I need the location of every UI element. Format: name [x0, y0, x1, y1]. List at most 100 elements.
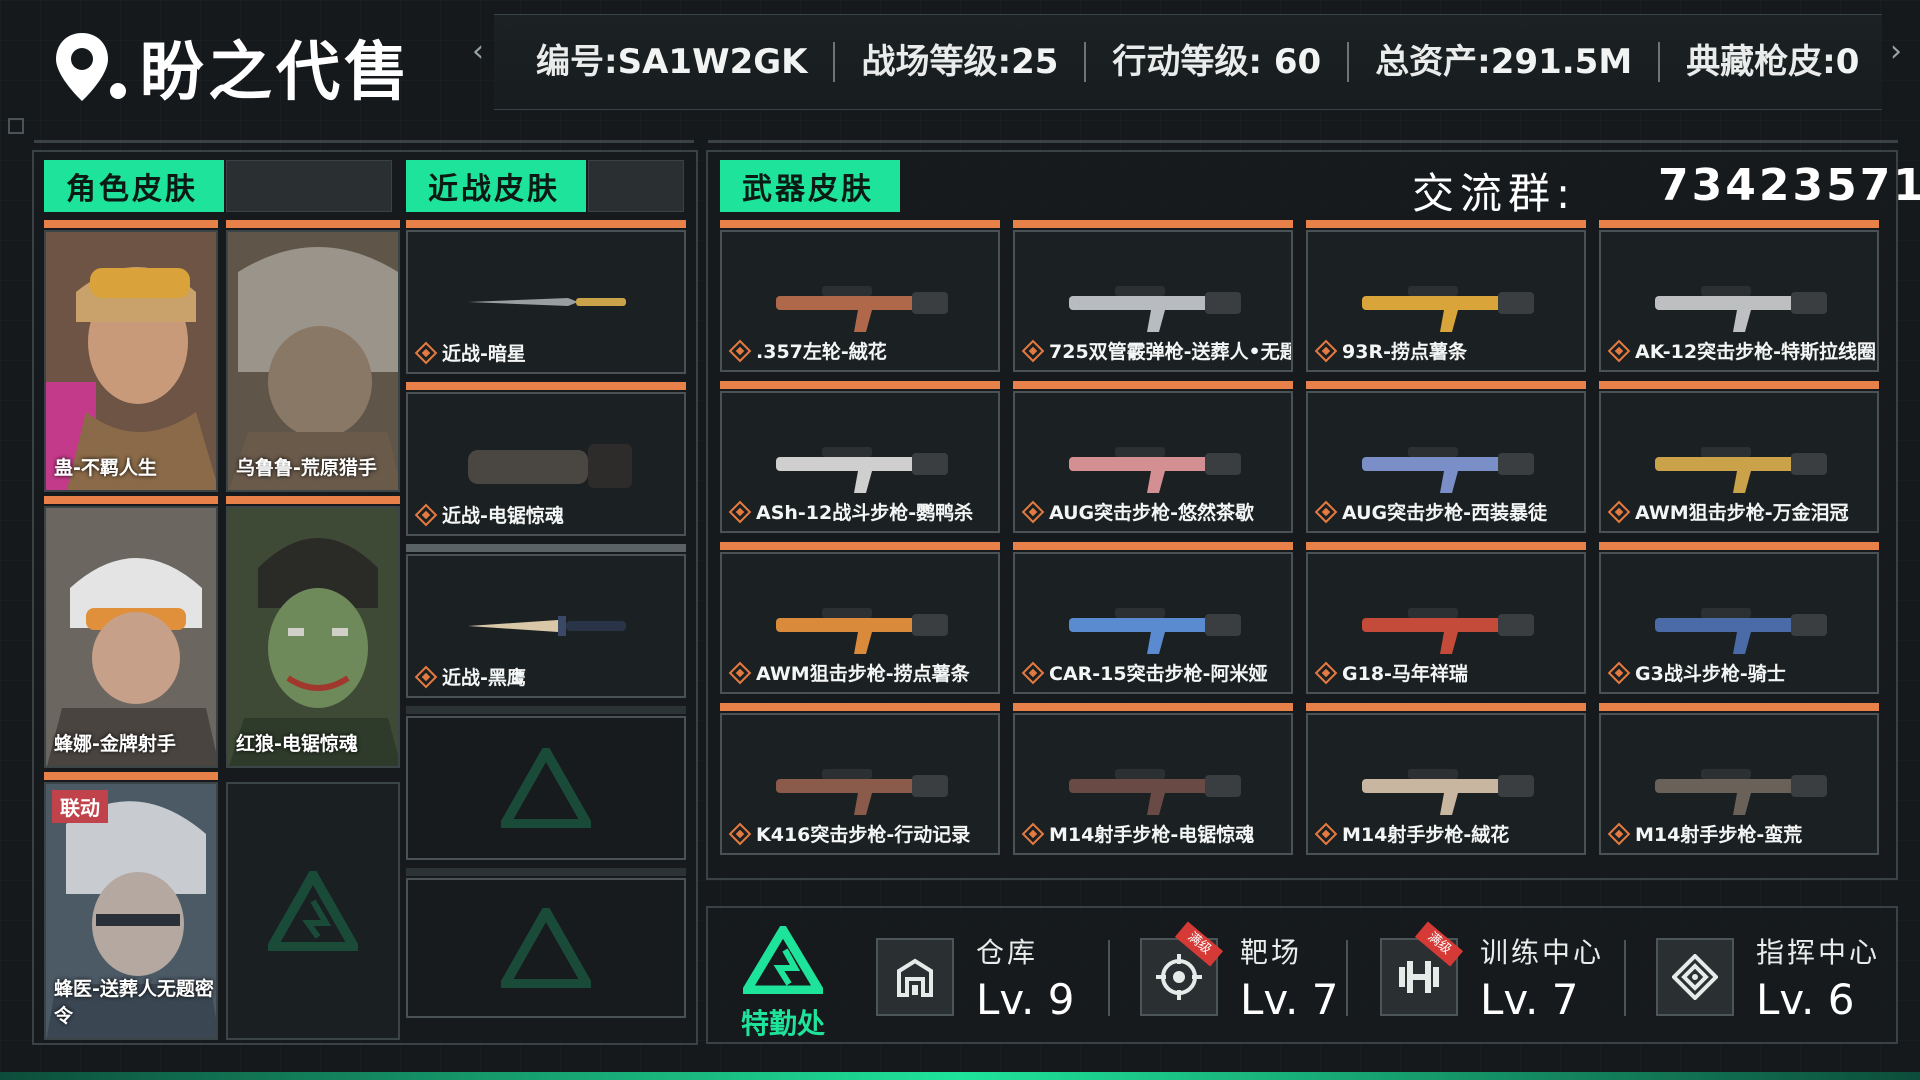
weapon-skin-card[interactable]: .357左轮-絨花 — [720, 230, 1000, 372]
character-card[interactable]: 蛊-不羁人生 — [44, 230, 218, 492]
weapon-image — [1655, 769, 1827, 815]
logistics-badge: 特勤处 — [728, 921, 838, 1040]
weapon-skin-card[interactable]: AUG突击步枪-悠然茶歇 — [1013, 391, 1293, 533]
divider — [1013, 220, 1293, 228]
weapon-skin-card[interactable]: CAR-15突击步枪-阿米娅 — [1013, 552, 1293, 694]
weapon-skin-name: AK-12突击步枪-特斯拉线圈 — [1635, 341, 1876, 363]
diamond-icon — [1021, 661, 1045, 684]
diamond-icon — [414, 503, 438, 526]
weapon-skin-card[interactable]: 93R-捞点薯条 — [1306, 230, 1586, 372]
facility-command-center[interactable]: 指挥中心 Lv. 6 — [1656, 922, 1880, 1032]
weapon-skin-card[interactable]: M14射手步枪-电锯惊魂 — [1013, 713, 1293, 855]
divider — [720, 381, 1000, 389]
group-label: 交流群: — [1412, 169, 1577, 218]
divider — [720, 703, 1000, 711]
character-name: 蛊-不羁人生 — [54, 457, 157, 479]
weapon-skin-card[interactable]: AWM狙击步枪-万金泪冠 — [1599, 391, 1879, 533]
chevron-right-icon[interactable]: › — [1890, 34, 1902, 69]
logistics-label: 特勤处 — [740, 1007, 825, 1040]
weapon-image — [776, 769, 948, 815]
diamond-icon — [1607, 500, 1631, 523]
weapon-skin-card[interactable]: 725双管霰弹枪-送葬人•无题密令 — [1013, 230, 1293, 372]
chainsaw-image — [468, 444, 632, 488]
weapon-skin-card[interactable]: K416突击步枪-行动记录 — [720, 713, 1000, 855]
weapon-skin-name: G18-马年祥瑞 — [1342, 663, 1468, 685]
melee-skin-card[interactable]: 近战-暗星 — [406, 230, 686, 374]
facility-level: Lv. 9 — [976, 974, 1075, 1024]
divider — [1624, 940, 1626, 1016]
weapon-skin-card[interactable]: AK-12突击步枪-特斯拉线圈 — [1599, 230, 1879, 372]
divider — [44, 220, 218, 228]
weapon-skin-card[interactable]: G3战斗步枪-骑士 — [1599, 552, 1879, 694]
divider — [1306, 381, 1586, 389]
weapon-image — [1655, 447, 1827, 493]
character-card[interactable]: 蜂娜-金牌射手 — [44, 506, 218, 768]
weapon-image — [1069, 286, 1241, 332]
weapon-skin-card[interactable]: ASh-12战斗步枪-鹦鸭杀 — [720, 391, 1000, 533]
divider — [1306, 703, 1586, 711]
weapon-image — [1362, 769, 1534, 815]
tab-melee-skins[interactable]: 近战皮肤 — [406, 160, 586, 212]
chevron-left-icon[interactable]: ‹ — [472, 34, 484, 69]
character-card[interactable]: 红狼-电锯惊魂 — [226, 506, 400, 768]
diamond-icon — [1607, 822, 1631, 845]
target-icon: 满级 — [1140, 921, 1224, 1016]
facility-range[interactable]: 满级 靶场 Lv. 7 — [1140, 921, 1338, 1032]
dagger-image — [468, 616, 626, 636]
divider — [1306, 542, 1586, 550]
weapon-image — [1069, 447, 1241, 493]
corner-square — [8, 118, 24, 134]
weapon-image — [776, 286, 948, 332]
facility-warehouse[interactable]: 仓库 Lv. 9 — [876, 922, 1074, 1032]
diamond-icon — [1607, 339, 1631, 362]
weapon-image — [1655, 608, 1827, 654]
collab-badge: 联动 — [52, 790, 108, 823]
character-card[interactable]: 联动 蜂医-送葬人无题密令 — [44, 782, 218, 1040]
warehouse-icon — [876, 938, 954, 1016]
diamond-icon — [728, 500, 752, 523]
weapon-skin-name: AUG突击步枪-西装暴徒 — [1342, 502, 1548, 524]
tab-weapon-skins[interactable]: 武器皮肤 — [720, 160, 900, 212]
diamond-icon — [1021, 500, 1045, 523]
facility-name: 指挥中心 — [1756, 935, 1881, 969]
melee-skin-card[interactable]: 近战-黑鹰 — [406, 554, 686, 698]
tab-character-skins[interactable]: 角色皮肤 — [44, 160, 224, 212]
character-name: 蜂娜-金牌射手 — [54, 733, 176, 755]
stat-id: 编号:SA1W2GK — [510, 42, 836, 82]
delta-logo-icon — [501, 908, 591, 988]
melee-skin-name: 近战-黑鹰 — [442, 667, 526, 689]
diamond-icon — [728, 822, 752, 845]
melee-skin-name: 近战-暗星 — [442, 343, 526, 365]
character-name: 乌鲁鲁-荒原猎手 — [236, 457, 377, 479]
weapon-skin-name: AWM狙击步枪-捞点薯条 — [756, 663, 970, 685]
diamond-icon — [1314, 500, 1338, 523]
stat-battlefield-level: 战场等级:25 — [835, 42, 1087, 82]
divider — [1306, 220, 1586, 228]
diamond-icon — [414, 665, 438, 688]
weapon-skin-name: K416突击步枪-行动记录 — [756, 824, 971, 846]
weapon-image — [776, 608, 948, 654]
brand-logo: 盼之代售 — [54, 22, 412, 112]
facility-name: 训练中心 — [1480, 935, 1605, 969]
weapon-skin-card[interactable]: AUG突击步枪-西装暴徒 — [1306, 391, 1586, 533]
divider — [1599, 542, 1879, 550]
divider — [406, 706, 686, 714]
weapon-skin-card[interactable]: G18-马年祥瑞 — [1306, 552, 1586, 694]
weapon-skin-card[interactable]: M14射手步枪-蛮荒 — [1599, 713, 1879, 855]
weapon-skin-name: G3战斗步枪-骑士 — [1635, 663, 1786, 685]
divider — [406, 544, 686, 552]
weapon-skin-name: M14射手步枪-蛮荒 — [1635, 824, 1803, 846]
weapon-skin-card[interactable]: M14射手步枪-絨花 — [1306, 713, 1586, 855]
facility-training-center[interactable]: 满级 训练中心 Lv. 7 — [1380, 921, 1605, 1032]
diamond-icon — [1314, 822, 1338, 845]
divider — [720, 220, 1000, 228]
character-card[interactable]: 乌鲁鲁-荒原猎手 — [226, 230, 400, 492]
weapon-skin-card[interactable]: AWM狙击步枪-捞点薯条 — [720, 552, 1000, 694]
divider — [44, 772, 218, 780]
weapon-image — [1069, 608, 1241, 654]
divider — [1599, 220, 1879, 228]
melee-skin-card[interactable]: 近战-电锯惊魂 — [406, 392, 686, 536]
stat-total-assets: 总资产:291.5M — [1349, 42, 1661, 82]
divider — [720, 542, 1000, 550]
weapon-skin-name: AUG突击步枪-悠然茶歇 — [1049, 502, 1255, 524]
